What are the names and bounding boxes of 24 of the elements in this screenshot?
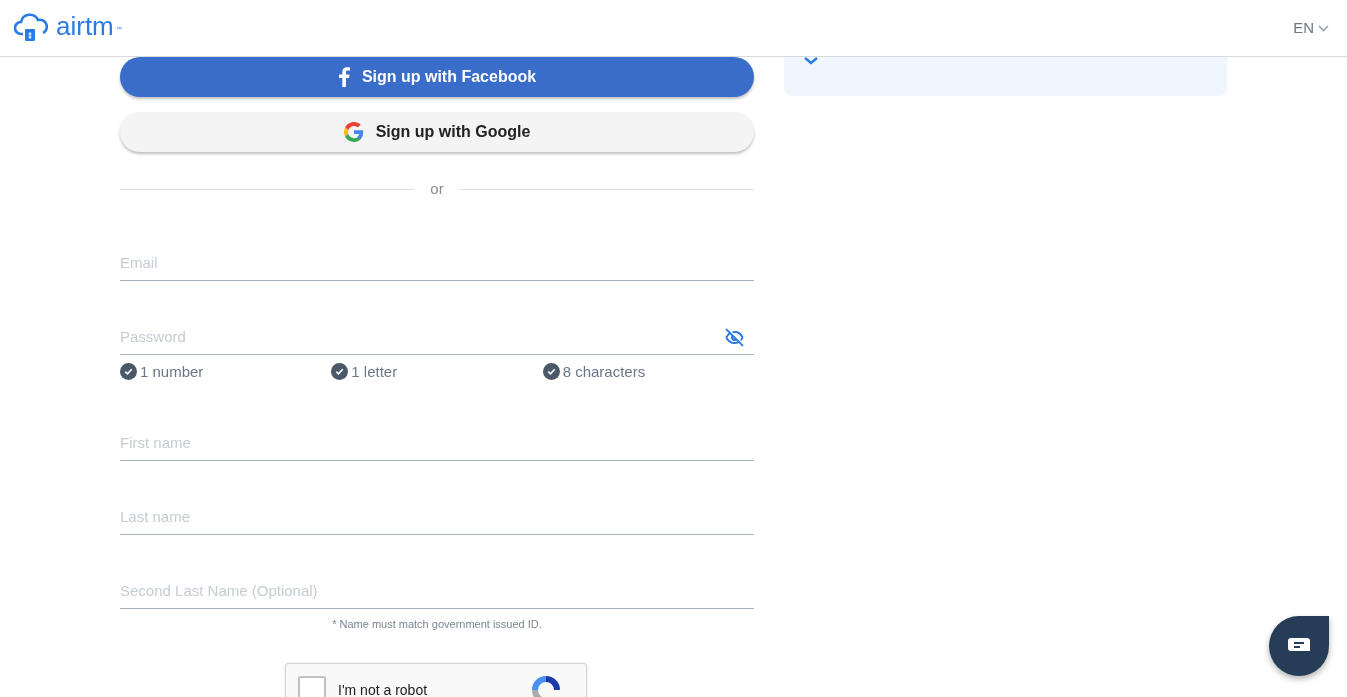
- language-selector[interactable]: EN: [1293, 16, 1329, 40]
- captcha-checkbox[interactable]: [298, 675, 326, 697]
- cloud-wallet-icon: [14, 13, 50, 43]
- password-rule: 8 characters: [562, 361, 646, 382]
- facebook-icon: [337, 67, 350, 87]
- input-field[interactable]: Second Last Name (Optional): [120, 573, 754, 609]
- password-rule: 1 letter: [351, 361, 398, 382]
- facebook-signup-button[interactable]: Sign up with Facebook: [120, 57, 754, 97]
- input-field[interactable]: First name: [120, 425, 754, 461]
- or-divider-text: or: [430, 179, 444, 199]
- chevron-down-icon: [1318, 24, 1329, 32]
- name-note: * Name must match government issued ID.: [331, 617, 543, 632]
- google-signup-button[interactable]: Sign up with Google: [120, 112, 754, 152]
- recaptcha-logo-icon: [530, 673, 562, 697]
- input-field[interactable]: Email: [120, 244, 754, 281]
- google-icon: [343, 122, 364, 142]
- chat-bubble-icon: [1288, 638, 1310, 654]
- chat-button[interactable]: [1269, 616, 1329, 676]
- logo-text[interactable]: airtm: [56, 13, 114, 39]
- input-field[interactable]: Last name: [120, 499, 754, 535]
- eye-slash-icon[interactable]: [725, 327, 744, 347]
- captcha-label: I'm not a robot: [338, 680, 428, 697]
- password-rule: 1 number: [140, 361, 204, 382]
- password-field[interactable]: Password: [120, 318, 754, 355]
